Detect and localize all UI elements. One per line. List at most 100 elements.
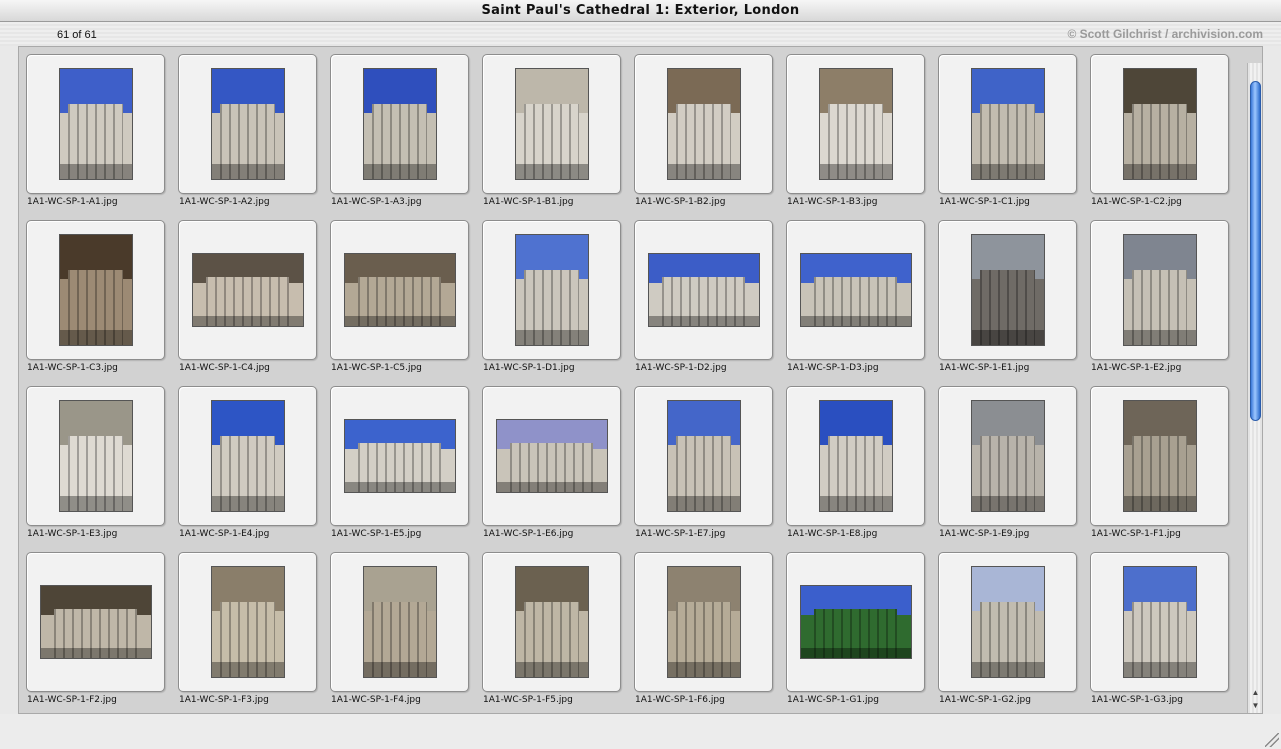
thumbnail-image[interactable] — [58, 400, 133, 512]
thumbnail-item[interactable]: 1A1-WC-SP-1-E3.jpg — [25, 386, 177, 552]
thumbnail-image[interactable] — [1122, 234, 1197, 346]
resize-grip-icon[interactable] — [1265, 733, 1279, 747]
thumbnail-item[interactable]: 1A1-WC-SP-1-G1.jpg — [785, 552, 937, 713]
thumbnail-image[interactable] — [970, 234, 1045, 346]
thumbnail-image[interactable] — [39, 585, 152, 659]
thumbnail-item[interactable]: 1A1-WC-SP-1-F3.jpg — [177, 552, 329, 713]
thumbnail-item[interactable]: 1A1-WC-SP-1-F5.jpg — [481, 552, 633, 713]
thumbnail-frame[interactable] — [330, 386, 469, 526]
thumbnail-frame[interactable] — [482, 386, 621, 526]
thumbnail-item[interactable]: 1A1-WC-SP-1-E1.jpg — [937, 220, 1089, 386]
thumbnail-image[interactable] — [970, 400, 1045, 512]
thumbnail-item[interactable]: 1A1-WC-SP-1-C1.jpg — [937, 54, 1089, 220]
thumbnail-frame[interactable] — [786, 220, 925, 360]
thumbnail-frame[interactable] — [330, 54, 469, 194]
thumbnail-frame[interactable] — [178, 54, 317, 194]
thumbnail-image[interactable] — [818, 68, 893, 180]
thumbnail-image[interactable] — [362, 68, 437, 180]
thumbnail-frame[interactable] — [634, 54, 773, 194]
thumbnail-item[interactable]: 1A1-WC-SP-1-A2.jpg — [177, 54, 329, 220]
thumbnail-frame[interactable] — [786, 552, 925, 692]
thumbnail-item[interactable]: 1A1-WC-SP-1-D3.jpg — [785, 220, 937, 386]
thumbnail-frame[interactable] — [1090, 386, 1229, 526]
thumbnail-frame[interactable] — [330, 552, 469, 692]
thumbnail-image[interactable] — [343, 419, 456, 493]
thumbnail-item[interactable]: 1A1-WC-SP-1-C5.jpg — [329, 220, 481, 386]
thumbnail-item[interactable]: 1A1-WC-SP-1-G3.jpg — [1089, 552, 1241, 713]
thumbnail-frame[interactable] — [26, 54, 165, 194]
thumbnail-image[interactable] — [1122, 68, 1197, 180]
thumbnail-item[interactable]: 1A1-WC-SP-1-B2.jpg — [633, 54, 785, 220]
scroll-up-arrow-icon[interactable]: ▲ — [1249, 687, 1262, 699]
thumbnail-item[interactable]: 1A1-WC-SP-1-G2.jpg — [937, 552, 1089, 713]
thumbnail-image[interactable] — [666, 566, 741, 678]
thumbnail-frame[interactable] — [938, 220, 1077, 360]
thumbnail-frame[interactable] — [1090, 552, 1229, 692]
thumbnail-item[interactable]: 1A1-WC-SP-1-B3.jpg — [785, 54, 937, 220]
thumbnail-frame[interactable] — [482, 54, 621, 194]
thumbnail-image[interactable] — [970, 566, 1045, 678]
thumbnail-image[interactable] — [343, 253, 456, 327]
thumbnail-image[interactable] — [514, 566, 589, 678]
thumbnail-item[interactable]: 1A1-WC-SP-1-E9.jpg — [937, 386, 1089, 552]
thumbnail-frame[interactable] — [786, 54, 925, 194]
thumbnail-item[interactable]: 1A1-WC-SP-1-F2.jpg — [25, 552, 177, 713]
thumbnail-image[interactable] — [514, 68, 589, 180]
thumbnail-image[interactable] — [362, 566, 437, 678]
thumbnail-frame[interactable] — [178, 552, 317, 692]
thumbnail-image[interactable] — [666, 68, 741, 180]
scroll-down-arrow-icon[interactable]: ▼ — [1249, 700, 1262, 712]
thumbnail-frame[interactable] — [634, 220, 773, 360]
thumbnail-frame[interactable] — [938, 386, 1077, 526]
thumbnail-item[interactable]: 1A1-WC-SP-1-E2.jpg — [1089, 220, 1241, 386]
thumbnail-frame[interactable] — [634, 386, 773, 526]
thumbnail-image[interactable] — [799, 253, 912, 327]
thumbnail-item[interactable]: 1A1-WC-SP-1-C3.jpg — [25, 220, 177, 386]
thumbnail-frame[interactable] — [634, 552, 773, 692]
vertical-scrollbar[interactable]: ▲ ▼ — [1247, 63, 1262, 713]
thumbnail-item[interactable]: 1A1-WC-SP-1-F1.jpg — [1089, 386, 1241, 552]
thumbnail-image[interactable] — [647, 253, 760, 327]
thumbnail-image[interactable] — [818, 400, 893, 512]
thumbnail-viewport[interactable]: 1A1-WC-SP-1-A1.jpg 1A1-WC-SP-1-A2.jpg 1A1-… — [18, 46, 1263, 714]
thumbnail-frame[interactable] — [482, 220, 621, 360]
thumbnail-item[interactable]: 1A1-WC-SP-1-A3.jpg — [329, 54, 481, 220]
thumbnail-image[interactable] — [514, 234, 589, 346]
thumbnail-image[interactable] — [799, 585, 912, 659]
scrollbar-thumb[interactable] — [1250, 81, 1261, 421]
thumbnail-item[interactable]: 1A1-WC-SP-1-A1.jpg — [25, 54, 177, 220]
thumbnail-frame[interactable] — [1090, 54, 1229, 194]
thumbnail-item[interactable]: 1A1-WC-SP-1-C4.jpg — [177, 220, 329, 386]
thumbnail-image[interactable] — [210, 566, 285, 678]
thumbnail-frame[interactable] — [330, 220, 469, 360]
thumbnail-image[interactable] — [58, 234, 133, 346]
thumbnail-item[interactable]: 1A1-WC-SP-1-D1.jpg — [481, 220, 633, 386]
thumbnail-frame[interactable] — [26, 220, 165, 360]
thumbnail-frame[interactable] — [1090, 220, 1229, 360]
thumbnail-frame[interactable] — [178, 220, 317, 360]
thumbnail-image[interactable] — [666, 400, 741, 512]
thumbnail-image[interactable] — [210, 400, 285, 512]
thumbnail-item[interactable]: 1A1-WC-SP-1-E8.jpg — [785, 386, 937, 552]
thumbnail-image[interactable] — [1122, 566, 1197, 678]
thumbnail-frame[interactable] — [26, 386, 165, 526]
thumbnail-item[interactable]: 1A1-WC-SP-1-E4.jpg — [177, 386, 329, 552]
thumbnail-frame[interactable] — [178, 386, 317, 526]
thumbnail-item[interactable]: 1A1-WC-SP-1-C2.jpg — [1089, 54, 1241, 220]
thumbnail-item[interactable]: 1A1-WC-SP-1-F4.jpg — [329, 552, 481, 713]
thumbnail-item[interactable]: 1A1-WC-SP-1-F6.jpg — [633, 552, 785, 713]
thumbnail-item[interactable]: 1A1-WC-SP-1-E7.jpg — [633, 386, 785, 552]
thumbnail-image[interactable] — [191, 253, 304, 327]
thumbnail-image[interactable] — [1122, 400, 1197, 512]
thumbnail-item[interactable]: 1A1-WC-SP-1-B1.jpg — [481, 54, 633, 220]
thumbnail-item[interactable]: 1A1-WC-SP-1-E5.jpg — [329, 386, 481, 552]
thumbnail-frame[interactable] — [26, 552, 165, 692]
thumbnail-item[interactable]: 1A1-WC-SP-1-D2.jpg — [633, 220, 785, 386]
thumbnail-item[interactable]: 1A1-WC-SP-1-E6.jpg — [481, 386, 633, 552]
thumbnail-frame[interactable] — [482, 552, 621, 692]
thumbnail-image[interactable] — [210, 68, 285, 180]
thumbnail-frame[interactable] — [938, 552, 1077, 692]
thumbnail-image[interactable] — [58, 68, 133, 180]
thumbnail-image[interactable] — [495, 419, 608, 493]
thumbnail-frame[interactable] — [786, 386, 925, 526]
